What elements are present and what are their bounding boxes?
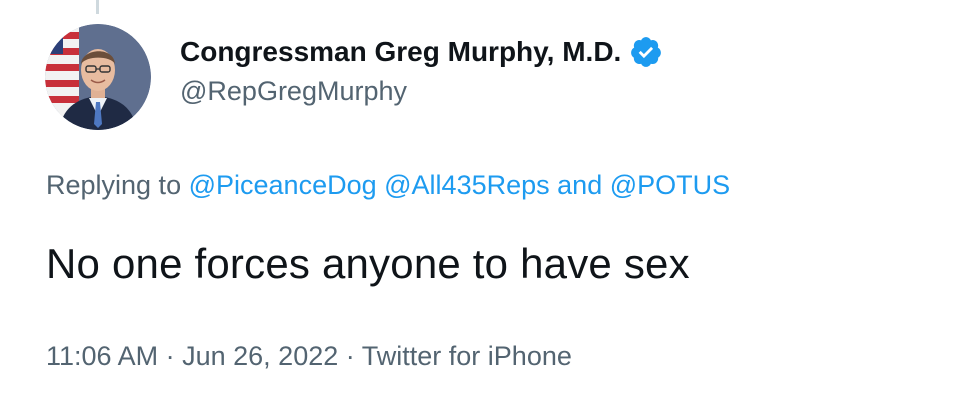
thread-connector-line [96, 0, 99, 14]
tweet-date[interactable]: Jun 26, 2022 [182, 341, 338, 371]
verified-badge-icon [629, 35, 663, 69]
tweet-metadata: 11:06 AM · Jun 26, 2022 · Twitter for iP… [46, 341, 572, 372]
tweet-source[interactable]: Twitter for iPhone [362, 341, 572, 371]
tweet-text: No one forces anyone to have sex [46, 240, 690, 287]
name-row: Congressman Greg Murphy, M.D. [180, 32, 663, 72]
avatar[interactable] [45, 24, 151, 130]
replying-to-line: Replying to @PiceanceDog @All435Reps and… [46, 170, 730, 201]
replying-to-label: Replying to [46, 170, 182, 200]
tweet-time[interactable]: 11:06 AM [46, 341, 158, 371]
avatar-portrait-icon [45, 24, 151, 130]
display-name[interactable]: Congressman Greg Murphy, M.D. [180, 36, 621, 68]
user-handle[interactable]: @RepGregMurphy [180, 76, 663, 107]
mention-conjunction[interactable]: and [557, 170, 602, 200]
meta-separator: · [165, 341, 175, 371]
author-block: Congressman Greg Murphy, M.D. @RepGregMu… [180, 32, 663, 107]
mention-link-piceancedog[interactable]: @PiceanceDog [189, 170, 377, 200]
mention-link-potus[interactable]: @POTUS [610, 170, 730, 200]
meta-separator: · [345, 341, 355, 371]
tweet-card: Congressman Greg Murphy, M.D. @RepGregMu… [0, 0, 959, 410]
mention-link-all435reps[interactable]: @All435Reps [384, 170, 550, 200]
